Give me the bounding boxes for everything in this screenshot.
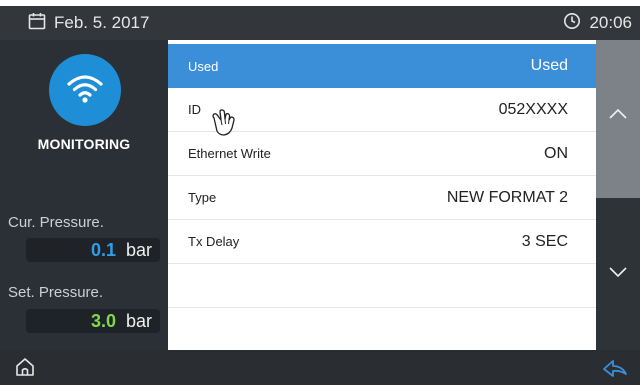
set-pressure-label: Set. Pressure. (8, 284, 104, 301)
time-text: 20:06 (589, 13, 632, 32)
device-screen: Feb. 5. 2017 20:06 MONITORING Cur. Press… (0, 0, 640, 385)
row-label: Ethernet Write (188, 146, 271, 161)
settings-list: Used Used ID 052XXXX Ethernet Write ON T… (168, 40, 596, 350)
date-display: Feb. 5. 2017 (28, 6, 149, 40)
calendar-icon (28, 12, 46, 35)
mode-label: MONITORING (37, 136, 131, 152)
home-icon[interactable] (14, 356, 36, 383)
cur-pressure-unit: bar (125, 239, 152, 260)
row-value: Used (530, 57, 568, 74)
row-label: Used (188, 58, 219, 74)
time-display: 20:06 (563, 6, 632, 40)
row-value: ON (544, 144, 568, 162)
chevron-up-icon[interactable] (596, 108, 640, 120)
set-pressure-value: 3.0 (90, 310, 116, 331)
back-arrow-icon[interactable] (602, 356, 628, 383)
row-value: NEW FORMAT 2 (446, 188, 568, 206)
cur-pressure-label: Cur. Pressure. (8, 214, 104, 231)
clock-icon (563, 12, 581, 35)
list-row-tx-delay[interactable]: Tx Delay 3 SEC (168, 220, 596, 264)
list-row-used[interactable]: Used Used (168, 44, 596, 88)
list-row-empty (168, 264, 596, 308)
list-row-type[interactable]: Type NEW FORMAT 2 (168, 176, 596, 220)
chevron-down-icon[interactable] (596, 266, 640, 278)
scrollbar[interactable] (596, 40, 640, 350)
hand-cursor-icon (208, 108, 242, 147)
date-text: Feb. 5. 2017 (54, 13, 150, 32)
set-pressure-box: 3.0 bar (26, 309, 160, 333)
list-row-empty (168, 308, 596, 352)
cur-pressure-value: 0.1 (90, 239, 116, 260)
wifi-icon (65, 71, 105, 110)
row-label: ID (188, 102, 201, 117)
bottom-bar (0, 350, 640, 385)
top-bar: Feb. 5. 2017 20:06 (0, 6, 640, 40)
status-panel: MONITORING Cur. Pressure. 0.1 bar Set. P… (0, 40, 168, 350)
row-label: Type (188, 190, 217, 205)
wifi-status-button[interactable] (49, 54, 121, 126)
row-value: 052XXXX (498, 100, 568, 118)
row-label: Tx Delay (188, 234, 240, 249)
row-value: 3 SEC (521, 232, 568, 250)
cur-pressure-box: 0.1 bar (26, 238, 160, 262)
set-pressure-unit: bar (125, 310, 152, 331)
